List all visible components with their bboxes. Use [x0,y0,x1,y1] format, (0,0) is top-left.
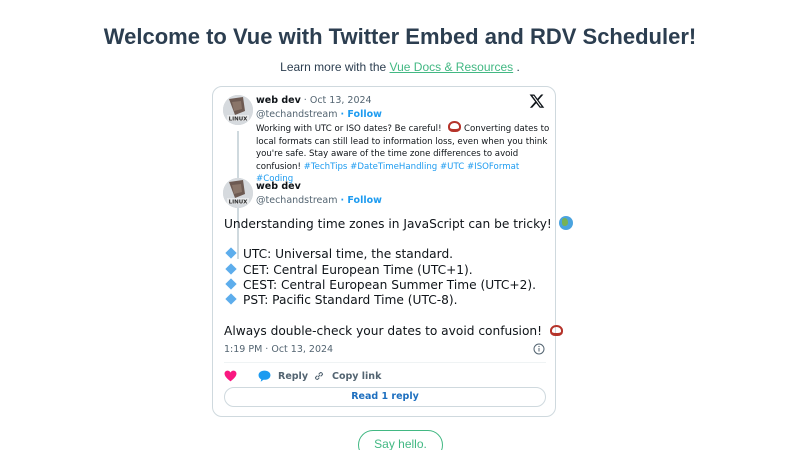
info-icon[interactable] [533,343,545,355]
main-avatar[interactable]: LINUX [223,178,253,208]
blue-diamond-icon [225,278,237,290]
reply-button[interactable]: Reply [258,370,308,382]
say-hello-button[interactable]: Say hello. [358,430,443,450]
quoted-tweet-text: Working with UTC or ISO dates? Be carefu… [256,121,552,186]
x-logo-icon[interactable] [529,93,545,109]
globe-emoji-icon [558,216,573,230]
reply-label: Reply [278,370,309,382]
learn-more-prefix: Learn more with the [280,60,387,74]
list-item: CET: Central European Time (UTC+1). [224,263,473,277]
bullet-text: CEST: Central European Summer Time (UTC+… [243,278,537,292]
intro-text: Understanding time zones in JavaScript c… [224,217,552,231]
hashtag-link[interactable]: #UTC [440,162,464,172]
quoted-text-line-1b: Converting dates to [463,124,550,134]
bullet-text: UTC: Universal time, the standard. [243,247,454,261]
quoted-date[interactable]: · Oct 13, 2024 [304,95,372,106]
blue-diamond-icon [225,293,237,305]
main-author-line: web dev [256,181,301,192]
quoted-handle[interactable]: @techandstream [256,109,337,120]
page-title: Welcome to Vue with Twitter Embed and RD… [103,24,697,49]
bullet-text: PST: Pacific Standard Time (UTC-8). [243,293,458,307]
copy-link-label: Copy link [332,370,382,382]
quoted-handle-line: @techandstream · Follow [256,109,382,120]
hashtag-link[interactable]: #TechTips [304,162,348,172]
like-button[interactable] [224,370,244,382]
list-item: PST: Pacific Standard Time (UTC-8). [224,293,458,307]
main-follow-button[interactable]: · Follow [341,195,382,206]
quoted-text-line-2: local formats can still lead to informat… [256,136,548,147]
main-handle[interactable]: @techandstream [256,195,337,206]
main-tweet-intro: Understanding time zones in JavaScript c… [224,216,573,231]
quoted-text-line-4: confusion! [256,161,301,172]
tweet-timestamp[interactable]: 1:19 PM · Oct 13, 2024 [224,344,333,355]
reply-bubble-icon [258,370,271,382]
copy-link-button[interactable]: Copy link [313,370,381,382]
learn-more-suffix: . [516,60,520,74]
main-tweet-closing: Always double-check your dates to avoid … [224,324,563,338]
hashtag-link[interactable]: #DateTimeHandling [350,162,437,172]
tweet-embed: LINUX web dev · Oct 13, 2024 @techandstr… [212,86,573,417]
avatar-label: LINUX [229,117,249,123]
divider [224,362,546,363]
vue-docs-link[interactable]: Vue Docs & Resources [390,60,514,74]
learn-more-line: Learn more with the Vue Docs & Resources… [0,60,800,74]
closing-text: Always double-check your dates to avoid … [224,324,543,338]
hashtag-link[interactable]: #ISOFormat [467,162,519,172]
main-handle-line: @techandstream · Follow [256,195,382,206]
read-replies-button[interactable]: Read 1 reply [224,387,546,407]
bullet-text: CET: Central European Time (UTC+1). [243,263,473,277]
quoted-avatar[interactable]: LINUX [223,95,253,125]
alarm-clock-emoji-icon [448,121,462,132]
quoted-follow-button[interactable]: · Follow [341,109,382,120]
blue-diamond-icon [225,247,237,259]
quoted-text-line-3: you're safe. Stay aware of the time zone… [256,149,519,159]
blue-diamond-icon [225,263,237,275]
link-icon [314,371,324,381]
quoted-text-line-1: Working with UTC or ISO dates? Be carefu… [256,124,442,134]
alarm-clock-emoji-icon [549,325,563,336]
quoted-author-line: web dev · Oct 13, 2024 [256,95,372,106]
list-item: CEST: Central European Summer Time (UTC+… [224,278,536,292]
avatar-label: LINUX [229,200,249,206]
quoted-author-name[interactable]: web dev [256,95,301,106]
main-author-name[interactable]: web dev [256,181,301,192]
list-item: UTC: Universal time, the standard. [224,247,453,261]
heart-icon [224,370,237,382]
